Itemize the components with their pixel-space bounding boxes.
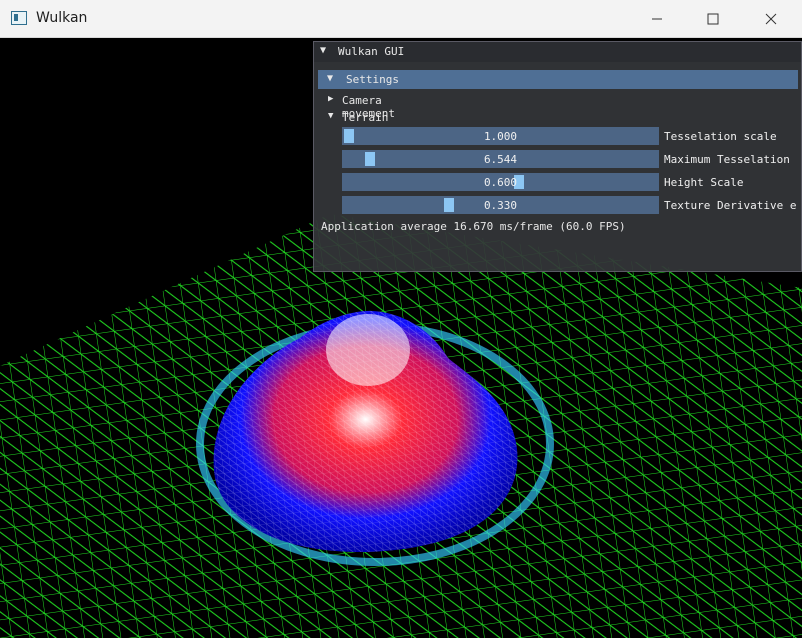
slider-label: Tesselation scale [664,130,777,143]
slider-value: 1.000 [483,130,518,143]
slider-label: Height Scale [664,176,744,189]
collapse-arrow-icon: ▼ [328,111,334,121]
slider-label: Maximum Tesselation [664,153,790,166]
maximize-button[interactable] [684,0,742,38]
slider-height-scale[interactable]: 0.600 [342,173,659,191]
gui-title: Wulkan GUI [338,45,405,58]
gui-panel[interactable]: ▼ Wulkan GUI ▼ Settings ▶ Camera movemen… [313,41,802,272]
gui-title-bar[interactable]: ▼ Wulkan GUI [314,42,801,62]
close-button[interactable] [742,0,800,38]
title-bar[interactable]: Wulkan [0,0,802,38]
hill-peak [326,314,410,386]
slider-maximum-tesselation[interactable]: 6.544 [342,150,659,168]
slider-tesselation-scale[interactable]: 1.000 [342,127,659,145]
slider-value: 0.330 [483,199,518,212]
fps-status: Application average 16.670 ms/frame (60.… [321,220,626,233]
app-icon [11,11,27,25]
slider-value: 6.544 [483,153,518,166]
expand-arrow-icon: ▶ [328,94,334,104]
slider-texture-derivative[interactable]: 0.330 [342,196,659,214]
app-window: Wulkan ▼ Wulkan GUI ▼ Settings ▶ Camera … [0,0,802,638]
maximize-icon [707,13,719,25]
window-title: Wulkan [36,10,88,26]
slider-label: Texture Derivative e [664,199,797,212]
tree-label-terrain: Terrain [342,111,389,124]
collapse-arrow-icon[interactable]: ▼ [320,45,326,56]
close-icon [765,13,777,25]
minimize-icon [652,18,662,20]
settings-label: Settings [346,73,399,86]
minimize-button[interactable] [628,0,686,38]
settings-arrow-icon: ▼ [327,73,334,84]
settings-header[interactable]: ▼ Settings [318,70,798,89]
slider-value: 0.600 [483,176,518,189]
